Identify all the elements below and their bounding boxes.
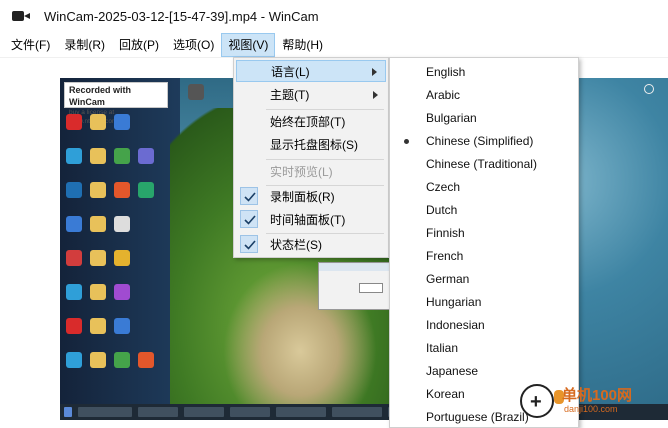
- desktop-folder-icon: [90, 284, 106, 300]
- logo-subtext: danji100.com: [564, 404, 618, 414]
- desktop-app-icon: [114, 114, 130, 130]
- view-menu-record-panel[interactable]: 录制面板(R): [236, 186, 386, 208]
- desktop-app-icon: [114, 352, 130, 368]
- language-option-bulgarian[interactable]: Bulgarian: [392, 107, 576, 130]
- close-icon: [644, 84, 654, 94]
- language-option-german[interactable]: German: [392, 268, 576, 291]
- language-option-indonesian[interactable]: Indonesian: [392, 314, 576, 337]
- site-logo-overlay: + 单机100网 danji100.com: [520, 384, 668, 428]
- menu-help[interactable]: 帮助(H): [275, 33, 330, 57]
- logo-plus-icon: +: [520, 384, 554, 418]
- checkmark-icon: [240, 235, 258, 253]
- recorded-watermark: Recorded with WinCam buy a license at ww…: [64, 82, 168, 125]
- menu-separator: [266, 109, 384, 110]
- desktop-app-icon: [66, 250, 82, 266]
- desktop-app-icon: [138, 182, 154, 198]
- desktop-app-icon: [66, 216, 82, 232]
- desktop-app-icon: [66, 182, 82, 198]
- language-option-italian[interactable]: Italian: [392, 337, 576, 360]
- desktop-app-icon: [66, 318, 82, 334]
- language-option-label: Chinese (Simplified): [426, 134, 534, 148]
- language-submenu: English Arabic Bulgarian Chinese (Simpli…: [389, 57, 579, 428]
- desktop-app-icon: [114, 148, 130, 164]
- desktop-app-icon: [138, 148, 154, 164]
- language-option-arabic[interactable]: Arabic: [392, 84, 576, 107]
- desktop-folder-icon: [90, 352, 106, 368]
- view-menu-tray-icon[interactable]: 显示托盘图标(S): [236, 134, 386, 156]
- menu-view[interactable]: 视图(V): [221, 32, 276, 57]
- view-menu-timeline-panel[interactable]: 时间轴面板(T): [236, 209, 386, 231]
- desktop-folder-icon: [90, 318, 106, 334]
- desktop-app-icon: [66, 284, 82, 300]
- language-option-chinese-traditional[interactable]: Chinese (Traditional): [392, 153, 576, 176]
- menu-record[interactable]: 录制(R): [57, 33, 112, 57]
- window-title: WinCam-2025-03-12-[15-47-39].mp4 - WinCa…: [44, 8, 319, 24]
- desktop-camera-icon: [188, 84, 204, 100]
- recording-dialog: [318, 262, 390, 310]
- menu-options[interactable]: 选项(O): [166, 33, 221, 57]
- desktop-folder-icon: [90, 148, 106, 164]
- desktop-app-icon: [66, 352, 82, 368]
- language-option-english[interactable]: English: [392, 61, 576, 84]
- desktop-app-icon: [66, 114, 82, 130]
- view-menu-timeline-panel-label: 时间轴面板(T): [270, 213, 346, 227]
- view-menu-live-preview: 实时预览(L): [270, 165, 333, 179]
- desktop-app-icon: [138, 352, 154, 368]
- view-menu-language[interactable]: 语言(L): [236, 60, 386, 82]
- language-option-dutch[interactable]: Dutch: [392, 199, 576, 222]
- watermark-title: Recorded with WinCam: [69, 85, 132, 107]
- desktop-app-icon: [114, 182, 130, 198]
- view-menu-status-bar[interactable]: 状态栏(S): [236, 234, 386, 256]
- wincam-app-icon[interactable]: [12, 9, 30, 23]
- title-bar: WinCam-2025-03-12-[15-47-39].mp4 - WinCa…: [0, 0, 668, 32]
- view-menu-always-on-top[interactable]: 始终在顶部(T): [236, 111, 386, 133]
- checkmark-icon: [240, 210, 258, 228]
- language-option-hungarian[interactable]: Hungarian: [392, 291, 576, 314]
- view-menu-record-panel-label: 录制面板(R): [270, 190, 335, 204]
- menu-separator: [266, 159, 384, 160]
- menu-playback[interactable]: 回放(P): [112, 33, 166, 57]
- menu-file[interactable]: 文件(F): [4, 33, 57, 57]
- desktop-app-icon: [114, 216, 130, 232]
- language-option-czech[interactable]: Czech: [392, 176, 576, 199]
- checkmark-icon: [240, 187, 258, 205]
- desktop-folder-icon: [90, 182, 106, 198]
- submenu-arrow-icon: [373, 91, 378, 99]
- radio-dot-icon: [404, 139, 409, 144]
- language-option-french[interactable]: French: [392, 245, 576, 268]
- view-menu-status-bar-label: 状态栏(S): [270, 238, 322, 252]
- desktop-app-icon: [114, 250, 130, 266]
- desktop-folder-icon: [90, 250, 106, 266]
- desktop-app-icon: [114, 318, 130, 334]
- desktop-app-icon: [114, 284, 130, 300]
- desktop-folder-icon: [90, 216, 106, 232]
- desktop-app-icon: [66, 148, 82, 164]
- menu-bar: 文件(F) 录制(R) 回放(P) 选项(O) 视图(V) 帮助(H): [0, 32, 668, 58]
- logo-text: 单机100网: [562, 387, 633, 404]
- desktop-folder-icon: [90, 114, 106, 130]
- language-option-finnish[interactable]: Finnish: [392, 222, 576, 245]
- submenu-arrow-icon: [372, 68, 377, 76]
- view-menu-dropdown: 语言(L) 主题(T) 始终在顶部(T) 显示托盘图标(S) 实时预览(L) 录…: [233, 57, 389, 258]
- language-option-chinese-simplified[interactable]: Chinese (Simplified): [392, 130, 576, 153]
- view-menu-theme-label: 主题(T): [270, 88, 310, 102]
- view-menu-theme[interactable]: 主题(T): [236, 84, 386, 106]
- language-option-japanese[interactable]: Japanese: [392, 360, 576, 383]
- view-menu-language-label: 语言(L): [271, 65, 310, 79]
